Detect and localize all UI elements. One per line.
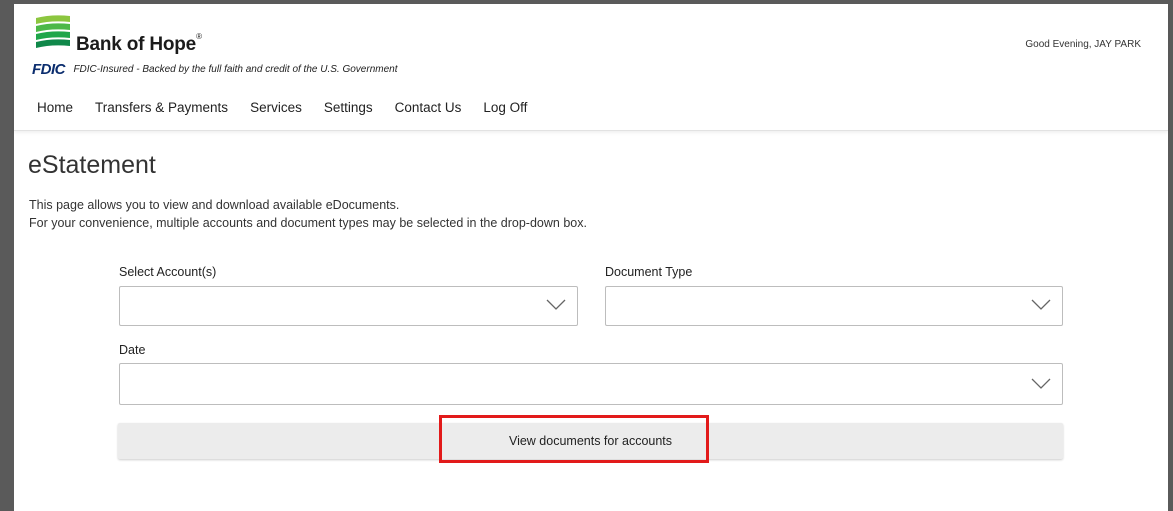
nav-home[interactable]: Home	[26, 100, 84, 115]
main-nav: Home Transfers & Payments Services Setti…	[26, 100, 538, 115]
description-line-2: For your convenience, multiple accounts …	[29, 216, 587, 230]
registered-mark: ®	[196, 32, 202, 41]
page-title: eStatement	[28, 151, 156, 179]
view-documents-button[interactable]: View documents for accounts	[118, 423, 1063, 459]
document-type-select[interactable]	[605, 286, 1063, 326]
nav-services[interactable]: Services	[239, 100, 313, 115]
fdic-notice: FDIC FDIC-Insured - Backed by the full f…	[32, 61, 398, 81]
fdic-statement: FDIC-Insured - Backed by the full faith …	[73, 64, 398, 76]
app-frame: Bank of Hope® FDIC FDIC-Insured - Backed…	[14, 4, 1168, 511]
bank-logo[interactable]: Bank of Hope®	[34, 12, 234, 58]
account-label: Select Account(s)	[119, 265, 217, 279]
nav-settings[interactable]: Settings	[313, 100, 384, 115]
brand-name-text: Bank of Hope	[76, 34, 197, 55]
bank-of-hope-logo-icon	[36, 15, 70, 48]
nav-transfers-payments[interactable]: Transfers & Payments	[84, 100, 239, 115]
page-description: This page allows you to view and downloa…	[29, 196, 587, 232]
date-select[interactable]	[119, 363, 1063, 405]
description-line-1: This page allows you to view and downloa…	[29, 198, 400, 212]
account-select[interactable]	[119, 286, 578, 326]
nav-log-off[interactable]: Log Off	[472, 100, 538, 115]
document-type-label: Document Type	[605, 265, 693, 279]
user-greeting: Good Evening, JAY PARK	[1025, 39, 1141, 50]
chevron-down-icon	[1031, 378, 1051, 389]
date-label: Date	[119, 343, 146, 357]
brand-name: Bank of Hope®	[76, 32, 202, 56]
fdic-logo: FDIC	[32, 61, 66, 79]
nav-contact-us[interactable]: Contact Us	[384, 100, 473, 115]
chevron-down-icon	[1031, 299, 1051, 310]
view-documents-bar: View documents for accounts	[118, 423, 1063, 459]
chevron-down-icon	[546, 299, 566, 310]
main-content: eStatement This page allows you to view …	[14, 131, 1168, 511]
site-header: Bank of Hope® FDIC FDIC-Insured - Backed…	[14, 4, 1168, 131]
